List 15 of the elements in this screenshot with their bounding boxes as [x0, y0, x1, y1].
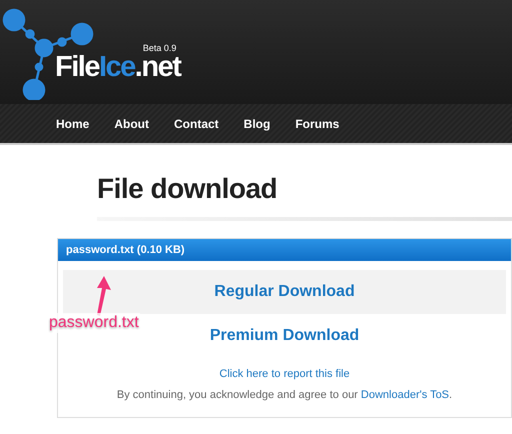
terms-link[interactable]: Downloader's ToS [360, 388, 450, 400]
page-title: File download [97, 175, 278, 203]
download-link[interactable]: Regular Download [214, 280, 355, 304]
beta-label: Beta 0.9 [142, 44, 176, 53]
annotation-label: password.txt [48, 313, 140, 333]
nav-link[interactable]: About [114, 114, 149, 132]
download-link[interactable]: Premium Download [210, 324, 360, 348]
nav-link[interactable]: Contact [174, 114, 219, 132]
report-link[interactable]: Click here to report this file [219, 366, 350, 382]
file-name-label: password.txt (0.10 KB) [66, 242, 185, 258]
nav-link[interactable]: Forums [295, 114, 340, 132]
site-logo[interactable]: FileIce.net [55, 53, 180, 82]
nav-link[interactable]: Blog [244, 114, 270, 132]
nav-link[interactable]: Home [56, 114, 90, 132]
terms-text: By continuing, you acknowledge and agree to our Downloader's ToS. [116, 388, 452, 402]
